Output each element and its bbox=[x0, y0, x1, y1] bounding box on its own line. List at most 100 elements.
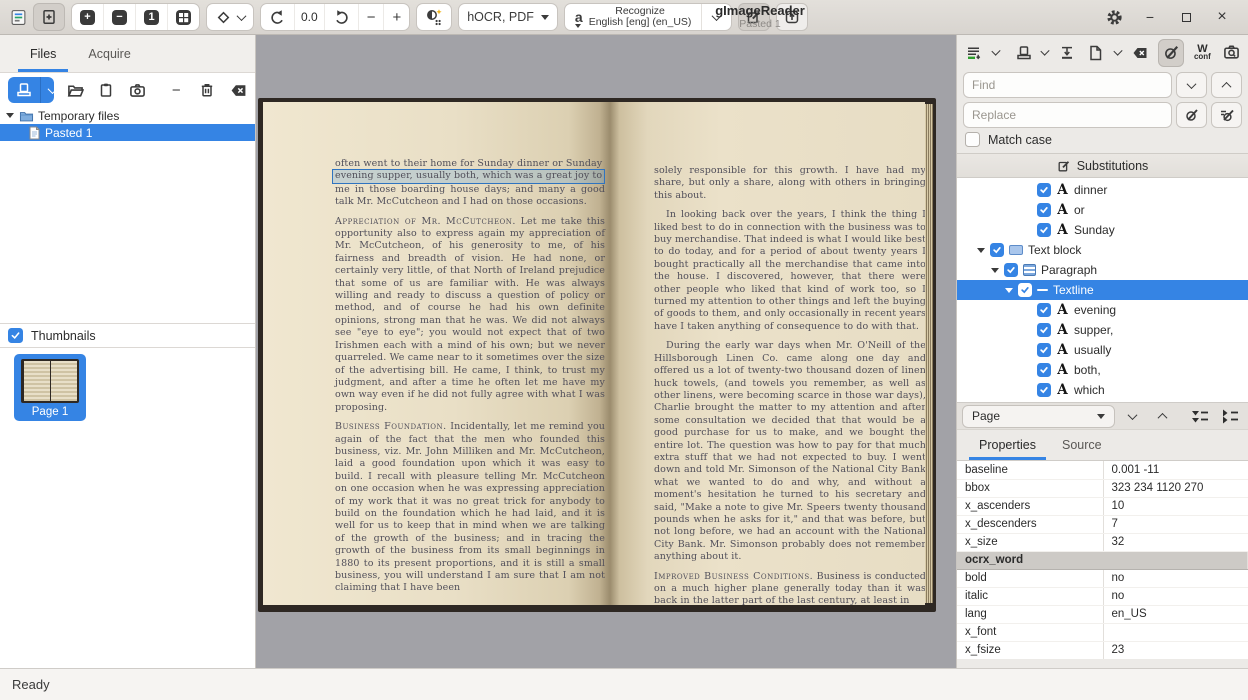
tree-item-which[interactable]: Awhich bbox=[957, 380, 1248, 400]
preview-button[interactable] bbox=[1221, 41, 1241, 65]
thumbnails-checkbox[interactable] bbox=[8, 328, 23, 343]
item-checkbox[interactable] bbox=[1037, 363, 1051, 377]
tab-properties[interactable]: Properties bbox=[969, 430, 1046, 460]
tree-item-or[interactable]: Aor bbox=[957, 200, 1248, 220]
tree-item-supper[interactable]: Asupper, bbox=[957, 320, 1248, 340]
zoom-in-button[interactable]: + bbox=[72, 4, 103, 30]
open-folder-button[interactable] bbox=[67, 79, 85, 101]
minimize-button[interactable]: − bbox=[1138, 5, 1162, 29]
tab-files[interactable]: Files bbox=[18, 35, 68, 72]
rotation-angle-value[interactable]: 0.0 bbox=[294, 4, 324, 30]
clear-all-button[interactable] bbox=[229, 79, 247, 101]
add-images-button[interactable] bbox=[33, 3, 65, 31]
zoom-out-button[interactable]: − bbox=[103, 4, 135, 30]
replace-button[interactable] bbox=[1176, 102, 1207, 128]
item-checkbox[interactable] bbox=[1037, 343, 1051, 357]
import-text-button[interactable] bbox=[1057, 41, 1077, 65]
rotate-mode-button[interactable] bbox=[207, 4, 253, 30]
page-selector-dropdown[interactable]: Page bbox=[962, 405, 1115, 428]
expander-triangle-icon[interactable] bbox=[6, 113, 14, 118]
find-prev-button[interactable] bbox=[1211, 72, 1242, 98]
maximize-button[interactable] bbox=[1174, 5, 1198, 29]
tree-item-sunday[interactable]: ASunday bbox=[957, 220, 1248, 240]
tree-item-usually[interactable]: Ausually bbox=[957, 340, 1248, 360]
property-value[interactable] bbox=[1103, 623, 1248, 641]
tree-item-textline[interactable]: Textline bbox=[957, 280, 1248, 300]
property-value[interactable]: 323 234 1120 270 bbox=[1103, 479, 1248, 497]
paste-clipboard-button[interactable] bbox=[97, 79, 115, 101]
clear-output-button[interactable] bbox=[1130, 41, 1150, 65]
close-button[interactable]: × bbox=[1210, 5, 1234, 29]
previous-item-button[interactable] bbox=[1149, 405, 1175, 428]
recognize-button[interactable]: a Recognize English [eng] (en_US) bbox=[565, 4, 702, 30]
image-controls-button[interactable] bbox=[417, 4, 451, 30]
item-checkbox[interactable] bbox=[1037, 223, 1051, 237]
thin-lines-button[interactable]: − bbox=[358, 4, 384, 30]
expand-all-button[interactable] bbox=[1187, 405, 1213, 428]
save-menu-chevron[interactable] bbox=[1113, 47, 1122, 56]
item-checkbox[interactable] bbox=[1037, 183, 1051, 197]
insert-mode-menu-chevron[interactable] bbox=[991, 47, 1000, 56]
open-images-icon[interactable] bbox=[8, 77, 40, 103]
show-confidence-button[interactable]: W conf bbox=[1193, 41, 1213, 65]
item-checkbox[interactable] bbox=[1037, 383, 1051, 397]
add-images-menu[interactable] bbox=[40, 77, 54, 103]
insert-mode-button[interactable] bbox=[964, 41, 984, 65]
remove-item-button[interactable]: − bbox=[167, 79, 185, 101]
tab-source[interactable]: Source bbox=[1052, 430, 1112, 460]
property-value[interactable]: 0.001 -11 bbox=[1103, 461, 1248, 479]
add-images-split-button[interactable] bbox=[8, 77, 54, 103]
property-value[interactable]: 32 bbox=[1103, 533, 1248, 551]
match-case-checkbox[interactable] bbox=[965, 132, 980, 147]
tree-file-pasted-1[interactable]: Pasted 1 bbox=[0, 124, 255, 141]
tree-item-paragraph[interactable]: Paragraph bbox=[957, 260, 1248, 280]
item-checkbox[interactable] bbox=[990, 243, 1004, 257]
expander-triangle-icon[interactable] bbox=[1005, 288, 1013, 293]
tree-item-evening[interactable]: Aevening bbox=[957, 300, 1248, 320]
next-item-button[interactable] bbox=[1119, 405, 1145, 428]
property-value[interactable]: 7 bbox=[1103, 515, 1248, 533]
tree-item-both[interactable]: Aboth, bbox=[957, 360, 1248, 380]
replace-all-button[interactable] bbox=[1211, 102, 1242, 128]
item-checkbox[interactable] bbox=[1004, 263, 1018, 277]
property-value[interactable]: 10 bbox=[1103, 497, 1248, 515]
property-value[interactable]: no bbox=[1103, 587, 1248, 605]
zoom-original-button[interactable]: 1 bbox=[135, 4, 167, 30]
expander-triangle-icon[interactable] bbox=[977, 248, 985, 253]
find-replace-toggle-button[interactable] bbox=[1158, 39, 1183, 67]
item-checkbox[interactable] bbox=[1018, 283, 1032, 297]
open-output-button[interactable] bbox=[1014, 41, 1034, 65]
substitutions-button[interactable]: Substitutions bbox=[957, 153, 1248, 178]
item-checkbox[interactable] bbox=[1037, 203, 1051, 217]
toggle-output-pane-button[interactable] bbox=[738, 3, 770, 31]
tree-item-dinner[interactable]: Adinner bbox=[957, 180, 1248, 200]
expander-triangle-icon[interactable] bbox=[991, 268, 999, 273]
rotate-cw-button[interactable] bbox=[324, 4, 358, 30]
find-input[interactable] bbox=[963, 72, 1172, 98]
item-checkbox[interactable] bbox=[1037, 303, 1051, 317]
rotate-ccw-button[interactable] bbox=[261, 4, 294, 30]
tree-item-textblock[interactable]: Text block bbox=[957, 240, 1248, 260]
property-value[interactable]: 23 bbox=[1103, 641, 1248, 659]
ocr-textline-selection-box[interactable]: evening supper, usually both, which was … bbox=[332, 169, 605, 183]
property-value[interactable]: no bbox=[1103, 569, 1248, 587]
delete-trash-button[interactable] bbox=[198, 79, 216, 101]
collapse-all-button[interactable] bbox=[1217, 405, 1243, 428]
output-format-dropdown[interactable]: hOCR, PDF bbox=[459, 4, 557, 30]
thicken-lines-button[interactable]: + bbox=[383, 4, 409, 30]
property-value[interactable]: en_US bbox=[1103, 605, 1248, 623]
thumbnail-page-1[interactable]: Page 1 bbox=[14, 354, 86, 421]
zoom-fit-button[interactable] bbox=[167, 4, 199, 30]
find-next-button[interactable] bbox=[1176, 72, 1207, 98]
tab-acquire[interactable]: Acquire bbox=[76, 35, 142, 72]
recognize-menu-button[interactable] bbox=[701, 4, 731, 30]
save-document-button[interactable] bbox=[1086, 41, 1106, 65]
image-canvas[interactable]: often went to their home for Sunday dinn… bbox=[256, 35, 956, 668]
export-button[interactable] bbox=[776, 3, 808, 31]
screenshot-camera-button[interactable] bbox=[128, 79, 146, 101]
settings-gear-button[interactable] bbox=[1102, 5, 1126, 29]
open-menu-chevron[interactable] bbox=[1041, 47, 1050, 56]
replace-input[interactable] bbox=[963, 102, 1172, 128]
item-checkbox[interactable] bbox=[1037, 323, 1051, 337]
tree-folder-temporary-files[interactable]: Temporary files bbox=[0, 107, 255, 124]
